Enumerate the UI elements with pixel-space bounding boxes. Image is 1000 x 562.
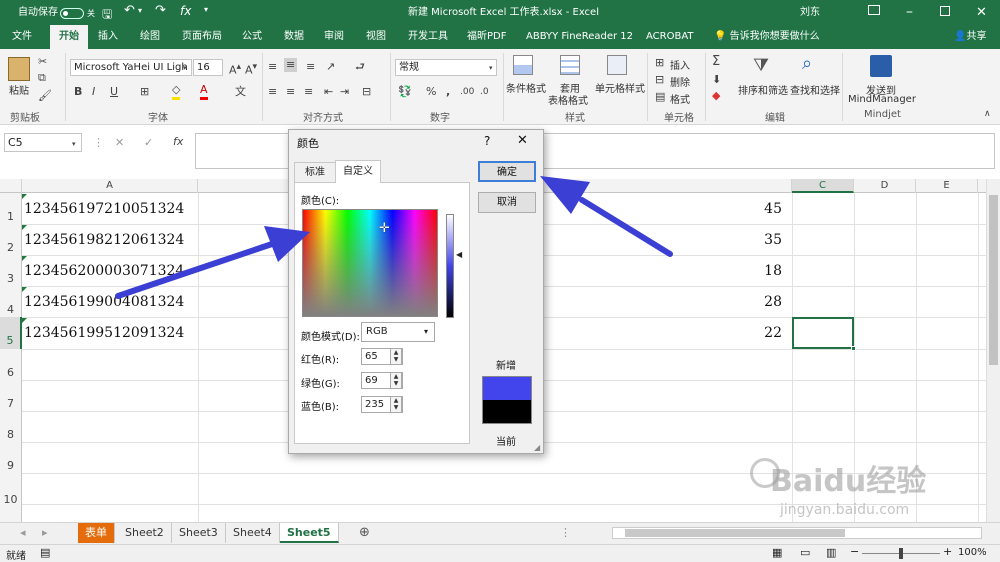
tab-custom[interactable]: 自定义 [335,160,381,183]
arrow-to-ok-button [540,176,673,257]
annotation-arrows [115,176,673,299]
arrow-to-spectrum [115,226,310,299]
